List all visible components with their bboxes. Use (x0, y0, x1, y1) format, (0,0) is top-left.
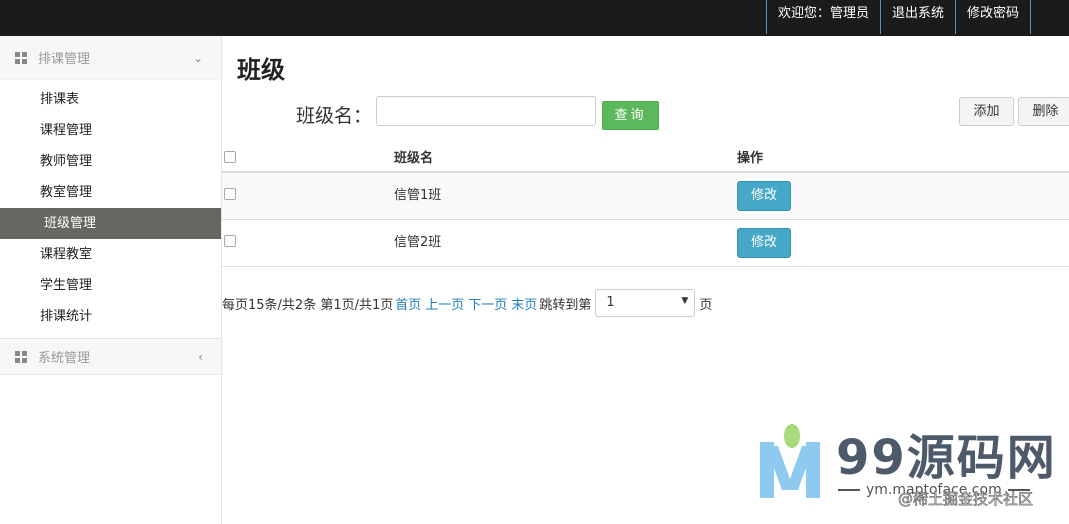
add-button[interactable]: 添加 (959, 97, 1014, 126)
query-button[interactable]: 查询 (602, 101, 659, 130)
change-password-link[interactable]: 修改密码 (954, 0, 1031, 34)
welcome-user-link[interactable]: 欢迎您：管理员 (765, 0, 880, 34)
sidebar-group-system[interactable]: 系统管理 ‹ (0, 338, 221, 375)
table-row: 信管2班 修改 (222, 220, 1069, 267)
select-all-checkbox[interactable] (224, 151, 236, 163)
next-page-link[interactable]: 下一页 (468, 294, 507, 313)
sidebar-item-course-management[interactable]: 课程管理 (0, 115, 221, 146)
search-label: 班级名： (296, 105, 373, 127)
grid-icon (15, 51, 27, 64)
column-header-actions: 操作 (737, 151, 764, 166)
watermark-brand: 99源码网 (836, 430, 1057, 486)
page-suffix: 页 (699, 297, 713, 313)
table-header-row: 班级名 操作 (222, 140, 1069, 173)
sidebar-group-label: 系统管理 (38, 351, 91, 366)
brand-logo-icon (760, 424, 822, 498)
jump-label: 跳转到第 (539, 297, 592, 313)
logout-link[interactable]: 退出系统 (879, 0, 955, 34)
sidebar-item-schedule-statistics[interactable]: 排课统计 (0, 301, 221, 332)
page-select-value: 1 (606, 295, 615, 310)
sidebar-item-course-classroom[interactable]: 课程教室 (0, 239, 221, 270)
table-row: 信管1班 修改 (222, 173, 1069, 220)
top-navbar: 欢迎您：管理员 退出系统 修改密码 (0, 0, 1069, 36)
first-page-link[interactable]: 首页 (395, 294, 421, 313)
sidebar: 排课管理 ⌄ 排课表 课程管理 教师管理 教室管理 班级管理 课程教室 学生管理… (0, 36, 222, 524)
class-name-cell: 信管1班 (394, 188, 442, 203)
last-page-link[interactable]: 末页 (511, 294, 537, 313)
class-name-cell: 信管2班 (394, 235, 442, 250)
pagination: 每页15条/共2条 第1页/共1页 首页 上一页 下一页 末页 跳转到第 1 ▼… (222, 289, 712, 317)
sidebar-group-scheduling[interactable]: 排课管理 ⌄ (0, 36, 221, 80)
chevron-left-icon: ‹ (198, 349, 203, 364)
page-title: 班级 (237, 56, 285, 84)
watermark-credit: @稀土掘金技术社区 (898, 490, 1034, 509)
edit-button[interactable]: 修改 (737, 181, 791, 211)
top-nav-links: 欢迎您：管理员 退出系统 修改密码 (765, 0, 1031, 36)
sidebar-item-classroom-management[interactable]: 教室管理 (0, 177, 221, 208)
class-name-search-input[interactable] (376, 96, 596, 126)
edit-button[interactable]: 修改 (737, 228, 791, 258)
class-table: 班级名 操作 信管1班 修改 信管2班 修改 (222, 140, 1069, 267)
sidebar-menu-list: 排课表 课程管理 教师管理 教室管理 班级管理 课程教室 学生管理 排课统计 (0, 80, 221, 332)
chevron-down-icon: ⌄ (192, 50, 203, 65)
sidebar-item-schedule-table[interactable]: 排课表 (0, 84, 221, 115)
sidebar-item-teacher-management[interactable]: 教师管理 (0, 146, 221, 177)
prev-page-link[interactable]: 上一页 (425, 294, 464, 313)
watermark: 99源码网 ym.maptoface.com @稀土掘金技术社区 (760, 412, 1060, 524)
sidebar-item-student-management[interactable]: 学生管理 (0, 270, 221, 301)
page-select[interactable]: 1 ▼ (595, 289, 696, 317)
caret-down-icon: ▼ (681, 296, 689, 306)
grid-icon (15, 350, 27, 363)
delete-button[interactable]: 删除 (1018, 97, 1069, 126)
row-checkbox[interactable] (224, 188, 236, 200)
row-checkbox[interactable] (224, 235, 236, 247)
sidebar-group-label: 排课管理 (38, 52, 91, 67)
sidebar-item-class-management[interactable]: 班级管理 (0, 208, 221, 239)
pagination-summary: 每页15条/共2条 第1页/共1页 (222, 297, 394, 313)
column-header-class-name: 班级名 (394, 151, 434, 166)
